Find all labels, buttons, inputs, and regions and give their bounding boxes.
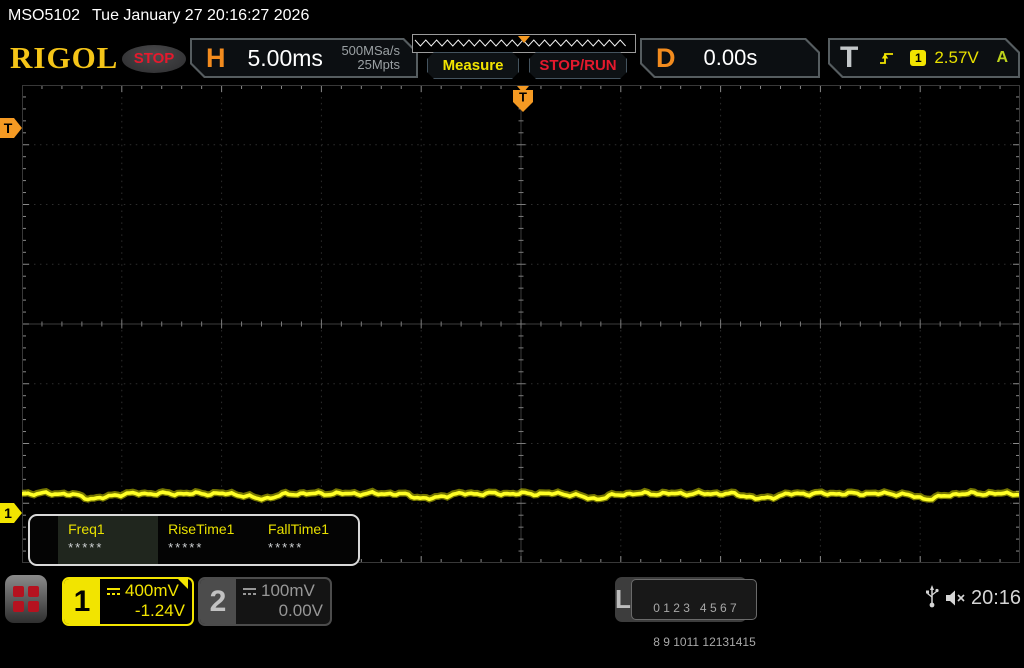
trigger-level-value: 2.57V [934,48,979,67]
measure-button[interactable]: Measure [427,52,519,79]
delay-label: D [656,42,676,73]
trigger-level-marker[interactable]: T [0,118,23,139]
delay-panel[interactable]: D 0.00s [640,38,820,78]
dc-coupling-icon [243,587,256,595]
horizontal-label: H [206,42,226,73]
trigger-panel[interactable]: T 1 2.57V A [828,38,1020,78]
datetime: Tue January 27 20:16:27 2026 [92,7,310,24]
channel2-scale: 100mV [261,581,315,600]
channel2-offset: 0.00V [278,601,323,620]
logic-channels-row2: 8 9 1011 12131415 [653,635,756,649]
trigger-mode: A [996,49,1008,66]
channel1-fold-corner [176,577,188,589]
horizontal-panel[interactable]: H 5.00ms 500MSa/s 25Mpts [190,38,418,78]
graticule [21,84,1021,564]
stop-run-button[interactable]: STOP/RUN [529,52,627,79]
model-name: MSO5102 [8,7,81,24]
logic-analyzer-block[interactable]: L 0 1 2 3 4 5 6 7 8 9 1011 12131415 [615,577,757,649]
channel1-tab[interactable]: 1 [64,579,100,624]
waveform-display-area [21,84,1021,564]
overview-trigger-marker[interactable] [518,36,530,43]
measurement-item-freq1[interactable]: Freq1 ***** [58,516,159,564]
memory-depth: 25Mpts [357,57,400,72]
dc-coupling-icon [107,587,120,595]
channel2-block[interactable]: 2 100mV 0.00V [198,577,332,626]
run-state-badge: STOP [122,45,186,73]
trigger-position-marker[interactable]: T [513,86,533,113]
trigger-edge-icon [878,50,896,66]
title-bar: MSO5102 Tue January 27 20:16:27 2026 [0,0,1024,32]
measurement-panel[interactable]: Freq1 ***** RiseTime1 ***** FallTime1 **… [28,514,360,566]
channel2-tab[interactable]: 2 [200,579,236,624]
channel1-scale: 400mV [125,581,179,600]
logic-tab[interactable]: L [615,577,631,622]
channel1-block[interactable]: 1 400mV -1.24V [62,577,194,626]
measurement-item-risetime1[interactable]: RiseTime1 ***** [158,516,258,564]
channel1-offset: -1.24V [134,601,185,620]
measurement-item-falltime1[interactable]: FallTime1 ***** [258,516,358,564]
logic-channels-row1: 0 1 2 3 4 5 6 7 [653,601,737,615]
waveform-overview-strip[interactable] [412,34,636,53]
svg-text:1: 1 [4,505,12,521]
measurement-spacer [30,516,58,564]
status-clock: 20:16 [971,587,1022,609]
usb-icon [926,585,939,608]
channel1-level-marker[interactable]: 1 [0,503,23,524]
svg-text:T: T [4,120,13,136]
timebase-value: 5.00ms [247,44,323,71]
svg-text:T: T [519,90,527,105]
rigol-logo: RIGOL [10,40,119,75]
sample-rate: 500MSa/s [341,43,400,58]
menu-grid-icon[interactable] [5,575,47,623]
trigger-source-badge: 1 [910,50,926,66]
trigger-label: T [840,41,859,74]
delay-value: 0.00s [703,45,758,70]
acquisition-info: 500MSa/s 25Mpts [341,44,400,72]
speaker-muted-icon[interactable] [945,589,969,607]
